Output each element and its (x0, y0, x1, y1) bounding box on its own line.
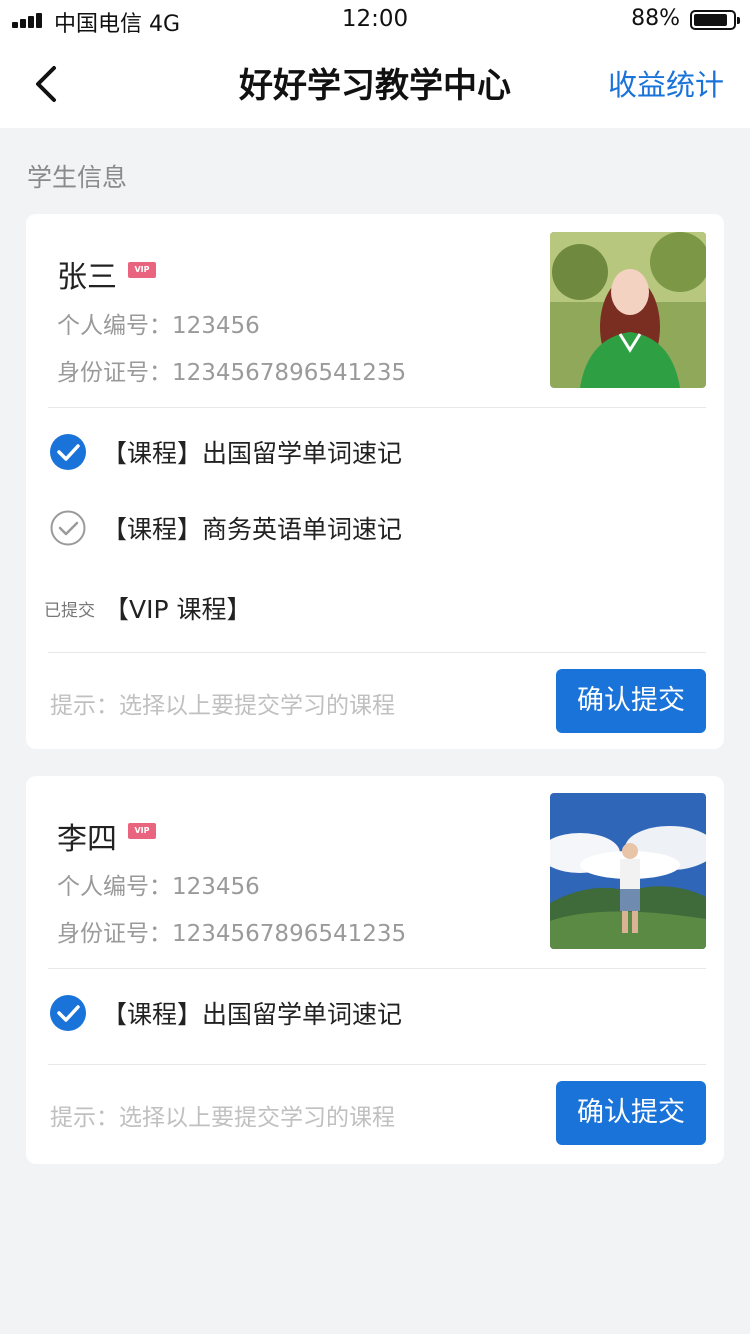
earnings-stats-link[interactable]: 收益统计 (608, 62, 724, 104)
confirm-submit-button[interactable]: 确认提交 (556, 1081, 706, 1145)
divider (48, 1064, 706, 1065)
course-label: 【课程】出国留学单词速记 (102, 439, 403, 468)
vip-badge: VIP (128, 823, 156, 839)
divider (48, 652, 706, 653)
confirm-submit-button[interactable]: 确认提交 (556, 669, 706, 733)
course-label: 【课程】出国留学单词速记 (102, 1000, 403, 1029)
student-card: 李四 VIP 个人编号：123456 身份证号：1234567896541235… (26, 776, 724, 1164)
student-idcard: 身份证号：1234567896541235 (57, 360, 407, 386)
student-id: 个人编号：123456 (57, 313, 260, 339)
hint-text: 提示：选择以上要提交学习的课程 (50, 1105, 395, 1131)
course-option[interactable]: 【课程】出国留学单词速记 (50, 434, 470, 474)
student-name: 李四 (57, 822, 117, 857)
student-name: 张三 (57, 260, 117, 295)
student-id: 个人编号：123456 (57, 874, 260, 900)
checked-circle-icon (50, 995, 86, 1031)
section-title: 学生信息 (27, 163, 128, 192)
course-option[interactable]: 【课程】出国留学单词速记 (50, 995, 470, 1035)
hint-text: 提示：选择以上要提交学习的课程 (50, 693, 395, 719)
student-idcard: 身份证号：1234567896541235 (57, 921, 407, 947)
divider (48, 968, 706, 969)
divider (48, 407, 706, 408)
student-card: 张三 VIP 个人编号：123456 身份证号：1234567896541235… (26, 214, 724, 749)
status-bar: 中国电信 4G 12:00 88% (0, 0, 750, 40)
avatar (550, 232, 706, 388)
unchecked-circle-icon (50, 510, 86, 546)
battery-percent: 88% (631, 6, 680, 31)
battery-icon (690, 10, 740, 30)
nav-bar: 好好学习教学中心 收益统计 (0, 40, 750, 128)
vip-badge: VIP (128, 262, 156, 278)
course-label: 【课程】商务英语单词速记 (102, 515, 403, 544)
course-option[interactable]: 【课程】商务英语单词速记 (50, 510, 470, 550)
checked-circle-icon (50, 434, 86, 470)
avatar (550, 793, 706, 949)
submitted-tag: 已提交 (44, 601, 95, 621)
submitted-course: 【VIP 课程】 (104, 595, 252, 624)
